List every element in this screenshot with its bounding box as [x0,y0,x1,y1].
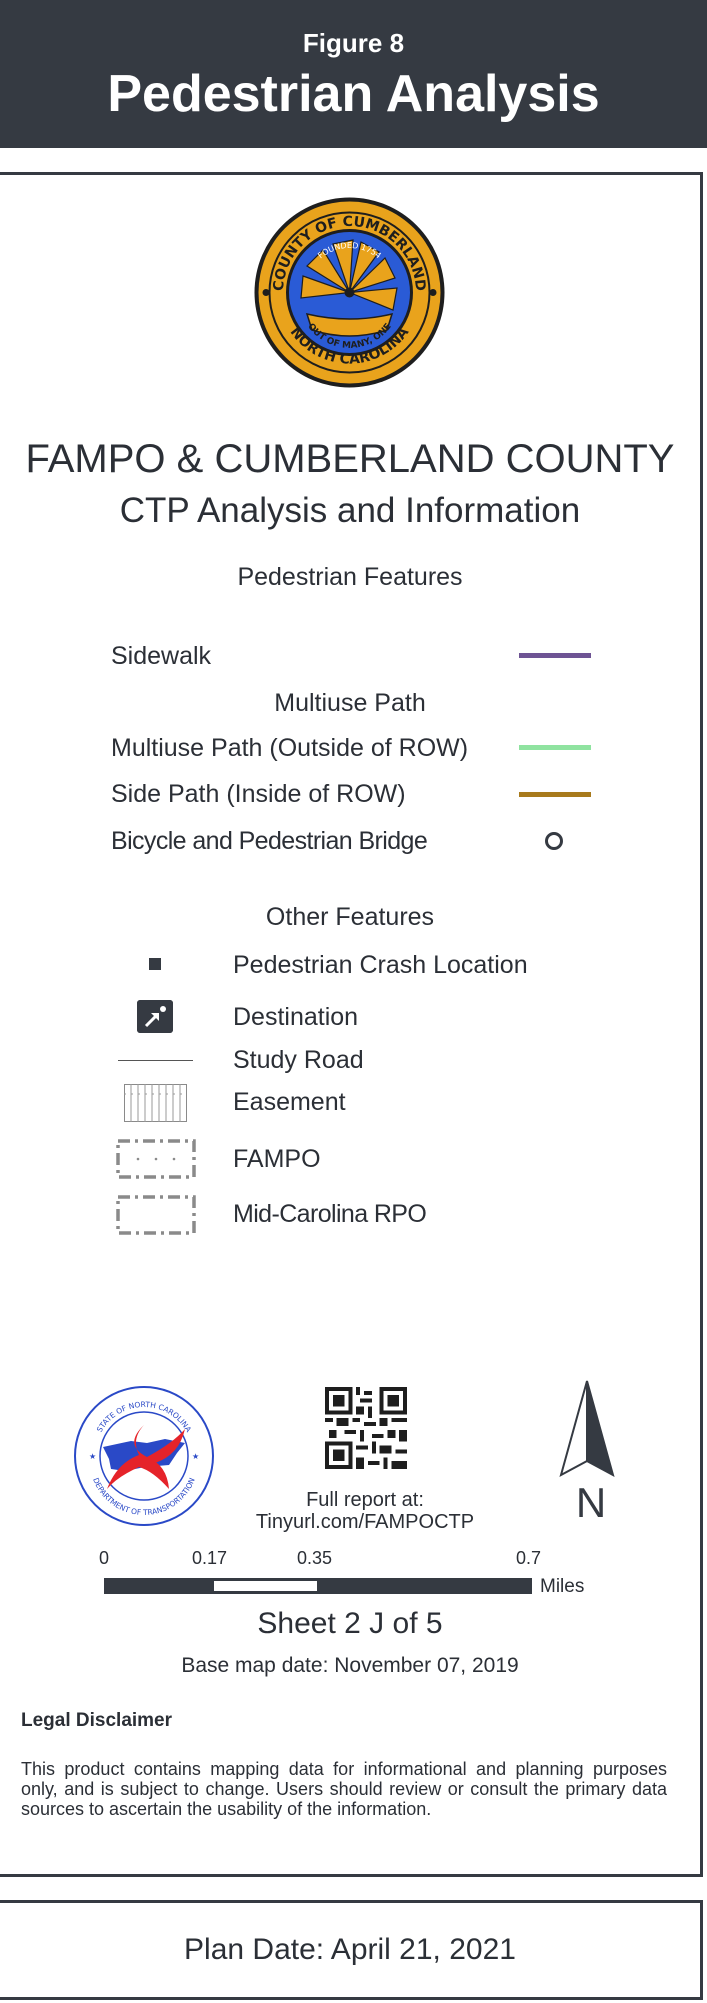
svg-text:★: ★ [89,1452,96,1461]
sheet-number: Sheet 2 J of 5 [257,1607,443,1640]
study-road-label: Study Road [233,1046,364,1074]
base-map-date: Base map date: November 07, 2019 [181,1654,519,1677]
primary-title: FAMPO & CUMBERLAND COUNTY [25,437,675,481]
square-icon [149,958,161,970]
scale-unit: Miles [540,1576,585,1597]
study-road-line [118,1060,193,1061]
scale-bar-segment [214,1581,317,1591]
figure-header: Figure 8 Pedestrian Analysis [0,0,707,148]
pedestrian-features-heading: Pedestrian Features [237,563,463,591]
scale-tick-3: 0.7 [516,1548,542,1568]
plan-date: Plan Date: April 21, 2021 [184,1933,516,1966]
report-line-1: Full report at: [306,1489,424,1511]
scale-bar [104,1578,532,1594]
mid-carolina-label: Mid-Carolina RPO [233,1200,427,1228]
dotted-boundary-icon [116,1139,196,1179]
county-seal-icon: COUNTY OF CUMBERLAND NORTH CAROLINA FOUN… [254,197,445,388]
pedestrian-destination-icon [137,1000,173,1033]
svg-text:★: ★ [192,1452,199,1461]
destination-label: Destination [233,1003,359,1031]
qr-code-icon[interactable] [325,1387,407,1469]
figure-number: Figure 8 [302,28,405,58]
easement-label: Easement [233,1088,346,1116]
north-letter: N [576,1479,606,1523]
legal-heading: Legal Disclaimer [21,1710,173,1731]
scale-tick-2: 0.35 [297,1548,333,1568]
multiuse-outside-label: Multiuse Path (Outside of ROW) [111,734,469,762]
multiuse-path-heading: Multiuse Path [274,689,426,717]
dashed-boundary-icon [116,1195,196,1235]
crash-label: Pedestrian Crash Location [233,951,528,979]
sidewalk-line [519,653,591,658]
multiuse-outside-line [519,745,591,750]
scale-tick-1: 0.17 [192,1548,228,1568]
north-arrow-icon: N [559,1380,615,1523]
figure-title: Pedestrian Analysis [107,65,600,123]
fampo-label: FAMPO [233,1145,321,1173]
bridge-label: Bicycle and Pedestrian Bridge [111,827,428,855]
ring-icon [545,832,563,850]
sidewalk-label: Sidewalk [111,642,212,670]
report-link[interactable]: Tinyurl.com/FAMPOCTP [215,1511,515,1534]
other-features-heading: Other Features [265,903,435,931]
ncdot-logo-icon: STATE OF NORTH CAROLINA DEPARTMENT OF TR… [74,1386,214,1526]
scale-tick-0: 0 [99,1548,110,1568]
secondary-title: CTP Analysis and Information [119,491,581,530]
legal-text: This product contains mapping data for i… [21,1759,667,1819]
side-path-line [519,792,591,797]
easement-grid-icon [124,1084,187,1122]
side-path-label: Side Path (Inside of ROW) [111,780,406,808]
